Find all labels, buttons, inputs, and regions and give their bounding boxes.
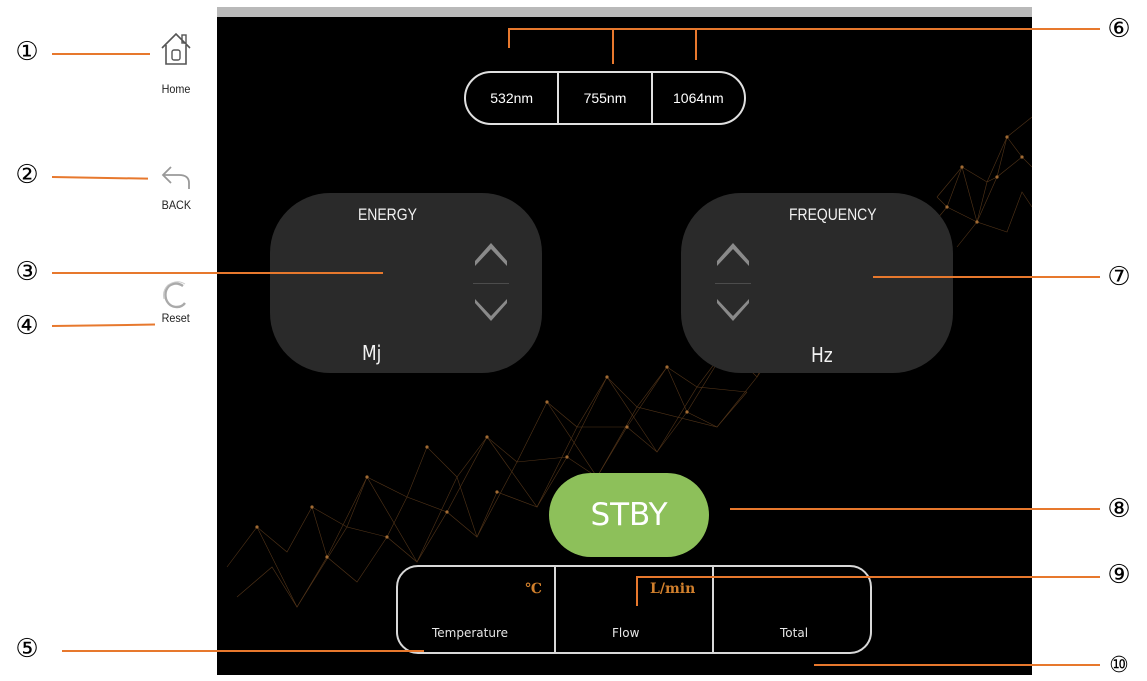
callout-6: ⑥ xyxy=(1107,14,1131,44)
callout-line-6a xyxy=(508,28,510,48)
reset-button[interactable]: Reset xyxy=(150,280,202,325)
back-arrow-icon xyxy=(161,166,190,189)
wavelength-1064-button[interactable]: 1064nm xyxy=(650,73,744,123)
flow-cell: L/min Flow xyxy=(554,567,712,652)
callout-7: ⑦ xyxy=(1107,262,1131,292)
flow-label: Flow xyxy=(612,626,640,640)
callout-2: ② xyxy=(15,160,39,190)
device-screen: 532nm 755nm 1064nm ENERGY Mj FREQUENCY H… xyxy=(217,7,1032,675)
total-cell: Total xyxy=(712,567,870,652)
home-icon xyxy=(161,32,191,65)
frequency-up-arrow-icon[interactable] xyxy=(715,233,751,267)
energy-title: ENERGY xyxy=(358,205,417,224)
temperature-cell: ℃ Temperature xyxy=(398,567,554,652)
callout-4: ④ xyxy=(15,311,39,341)
temperature-label: Temperature xyxy=(432,626,509,640)
back-button[interactable]: BACK xyxy=(150,164,202,212)
home-button[interactable]: Home xyxy=(150,30,202,96)
callout-8: ⑧ xyxy=(1107,494,1131,524)
wavelength-selector: 532nm 755nm 1064nm xyxy=(464,71,746,125)
wavelength-532-button[interactable]: 532nm xyxy=(466,73,557,123)
callout-10: ⑩ xyxy=(1109,653,1129,678)
frequency-unit: Hz xyxy=(811,343,833,367)
callout-line-9a xyxy=(636,576,638,606)
status-bar: ℃ Temperature L/min Flow Total xyxy=(396,565,872,654)
callout-line-1 xyxy=(52,53,150,55)
wavelength-755-button[interactable]: 755nm xyxy=(557,73,650,123)
energy-panel: ENERGY Mj xyxy=(270,193,542,373)
frequency-title: FREQUENCY xyxy=(789,205,877,224)
callout-line-4 xyxy=(51,323,156,327)
callout-line-2 xyxy=(51,176,149,180)
temperature-unit: ℃ xyxy=(525,581,542,597)
callout-3: ③ xyxy=(15,257,39,287)
callout-5: ⑤ xyxy=(15,634,39,664)
standby-button[interactable]: STBY xyxy=(549,473,709,557)
callout-line-9 xyxy=(636,576,1100,578)
callout-line-6b xyxy=(612,28,614,64)
callout-line-5 xyxy=(62,650,424,652)
reset-icon xyxy=(163,281,186,309)
callout-line-10 xyxy=(814,664,1100,666)
frequency-down-arrow-icon[interactable] xyxy=(715,299,751,333)
callout-line-8 xyxy=(730,508,1100,510)
flow-unit: L/min xyxy=(650,581,696,597)
frequency-panel: FREQUENCY Hz xyxy=(681,193,953,373)
callout-line-6c xyxy=(695,28,697,60)
home-label: Home xyxy=(161,82,191,96)
callout-line-3 xyxy=(52,272,383,274)
callout-line-6 xyxy=(508,28,1100,30)
reset-label: Reset xyxy=(161,311,191,325)
energy-arrow-divider xyxy=(473,283,509,284)
frequency-arrow-divider xyxy=(715,283,751,284)
callout-9: ⑨ xyxy=(1107,560,1131,590)
energy-unit: Mj xyxy=(362,341,382,365)
energy-up-arrow-icon[interactable] xyxy=(473,233,509,267)
callout-1: ① xyxy=(15,37,39,67)
back-label: BACK xyxy=(161,198,191,212)
callout-line-7 xyxy=(873,276,1100,278)
energy-down-arrow-icon[interactable] xyxy=(473,299,509,333)
total-label: Total xyxy=(780,626,809,640)
